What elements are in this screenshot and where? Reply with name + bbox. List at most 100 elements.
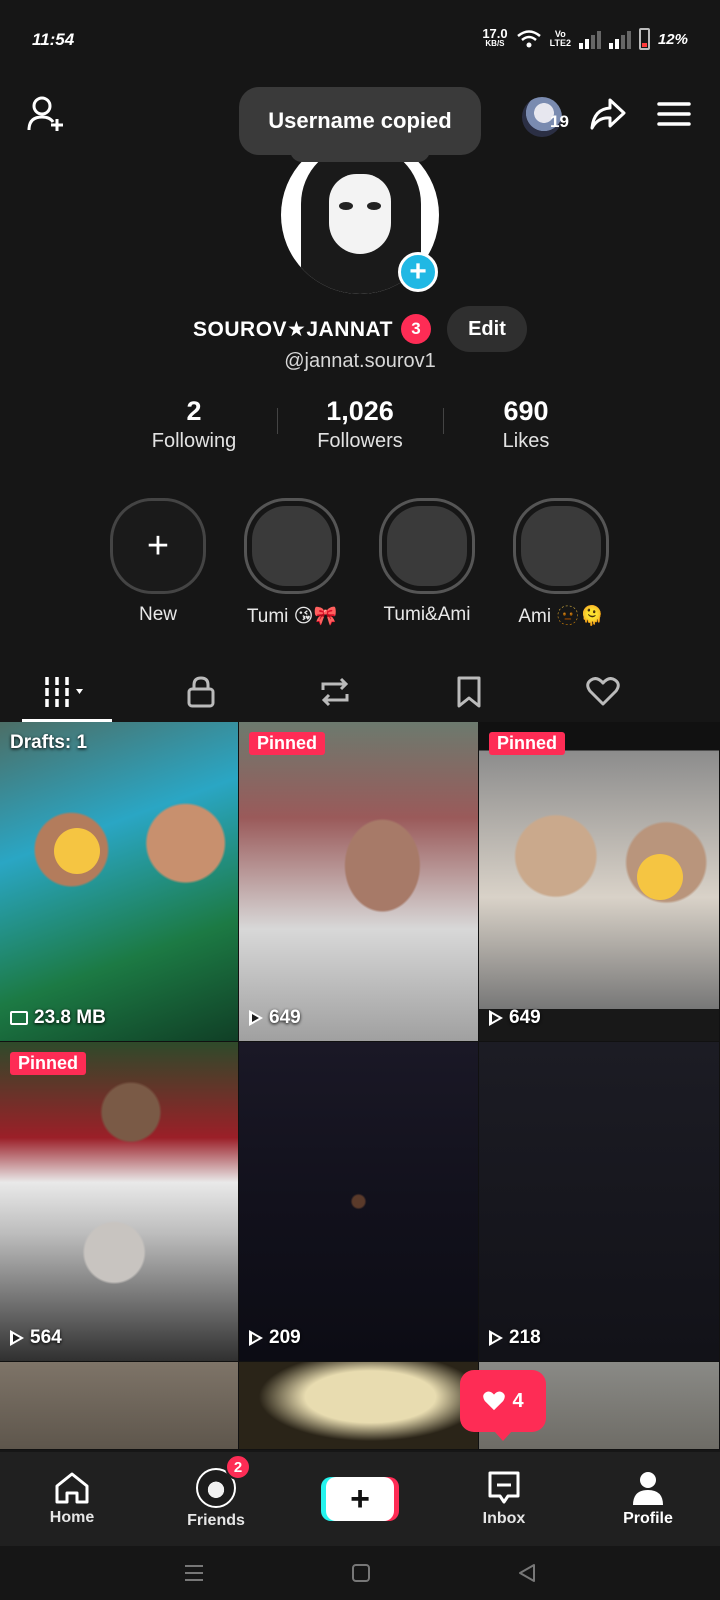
highlight-item[interactable]: Tumi&Ami — [379, 498, 475, 626]
system-nav — [0, 1546, 720, 1600]
video-meta: 218 — [489, 1327, 541, 1349]
username[interactable]: @jannat.sourov1 — [0, 350, 720, 373]
status-icons: 17.0 KB/S Vo LTE2 12% — [482, 26, 688, 50]
edit-profile-button[interactable]: Edit — [446, 306, 527, 352]
net-speed-value: 17.0 — [482, 26, 508, 41]
video-tile[interactable] — [239, 1362, 479, 1450]
status-bar: 11:54 17.0 KB/S Vo LTE2 12% — [0, 0, 720, 80]
highlight-cover — [513, 498, 609, 594]
highlight-label: Tumi 😘🎀 — [246, 606, 338, 627]
video-tile[interactable] — [0, 1362, 239, 1450]
pinned-badge: Pinned — [489, 732, 566, 755]
highlight-label: Ami 🫥🫠 — [518, 606, 604, 627]
stat-followers[interactable]: 1,026 Followers — [277, 394, 443, 454]
home-icon — [55, 1472, 89, 1504]
stat-value: 2 — [186, 396, 202, 426]
lock-icon — [187, 676, 215, 708]
highlight-cover — [244, 498, 340, 594]
highlight-label: New — [138, 604, 177, 625]
video-meta: 209 — [249, 1327, 301, 1349]
video-grid: Drafts: 1 23.8 MB Pinned 649 Pinned 649 … — [0, 722, 720, 1450]
bottom-nav: Home Friends + Inbox Profile — [0, 1452, 720, 1546]
video-tile[interactable]: Pinned 649 — [239, 722, 479, 1042]
signal-2-icon — [608, 29, 631, 49]
highlight-cover — [379, 498, 475, 594]
friends-badge: 2 — [225, 1454, 251, 1480]
highlight-item[interactable]: Ami 🫥🫠 — [513, 498, 609, 628]
video-tile[interactable]: 218 — [479, 1042, 720, 1362]
nav-label: Friends — [187, 1512, 245, 1529]
recent-apps-icon[interactable] — [182, 1562, 206, 1584]
pinned-badge: Pinned — [249, 732, 326, 755]
view-count: 564 — [30, 1327, 62, 1348]
play-icon — [10, 1330, 24, 1346]
stat-value: 1,026 — [326, 396, 394, 426]
video-tile[interactable]: Drafts: 1 23.8 MB — [0, 722, 239, 1042]
video-tile[interactable]: Pinned 564 — [0, 1042, 239, 1362]
add-story-plus-icon[interactable]: + — [398, 252, 438, 292]
play-icon — [489, 1010, 503, 1026]
volte-bottom: LTE2 — [549, 38, 571, 48]
stat-likes[interactable]: 690 Likes — [443, 394, 609, 454]
nav-create[interactable]: + — [288, 1452, 432, 1546]
video-meta: 564 — [10, 1327, 62, 1349]
heart-icon — [586, 677, 620, 706]
folder-icon — [10, 1011, 28, 1025]
tab-liked[interactable] — [536, 662, 670, 722]
battery-icon — [638, 28, 650, 50]
wifi-icon — [516, 30, 541, 48]
video-tile[interactable]: Pinned 649 — [479, 722, 720, 1042]
profile-tabs — [0, 662, 720, 722]
play-icon — [249, 1010, 263, 1026]
net-speed-unit: KB/S — [485, 39, 505, 48]
stat-divider — [443, 408, 444, 434]
profile-views-count: 19 — [550, 112, 569, 131]
share-icon[interactable] — [588, 94, 628, 134]
back-icon[interactable] — [516, 1562, 538, 1584]
add-friend-icon[interactable] — [24, 94, 68, 134]
like-notification[interactable]: 4 — [460, 1370, 546, 1441]
repost-icon — [321, 677, 349, 707]
play-icon — [489, 1330, 503, 1346]
stat-following[interactable]: 2 Following — [111, 394, 277, 454]
pinned-badge: Pinned — [10, 1052, 87, 1075]
nav-label: Home — [49, 1509, 95, 1526]
tab-favorites[interactable] — [402, 662, 536, 722]
username-copied-toast: Username copied — [239, 87, 481, 155]
highlight-item[interactable]: Tumi 😘🎀 — [244, 498, 340, 628]
name-row: SOUROV★JANNAT 3 Edit — [0, 306, 720, 352]
video-meta: 23.8 MB — [10, 1007, 106, 1029]
highlight-new[interactable]: + New — [110, 498, 206, 626]
videos-grid-icon — [45, 677, 83, 707]
stat-divider — [277, 408, 278, 434]
nav-label: Profile — [623, 1510, 673, 1527]
volte-indicator: Vo LTE2 — [550, 30, 571, 48]
emoji-sticker — [637, 854, 683, 900]
stat-value: 690 — [503, 396, 549, 426]
drafts-label: Drafts: 1 — [10, 732, 88, 753]
nav-inbox[interactable]: Inbox — [432, 1452, 576, 1546]
display-name[interactable]: SOUROV★JANNAT — [193, 317, 393, 342]
menu-icon[interactable] — [654, 96, 694, 132]
bookmark-icon — [457, 676, 481, 708]
plus-icon: + — [110, 498, 206, 594]
net-speed: 17.0 KB/S — [482, 26, 508, 49]
nav-home[interactable]: Home — [0, 1452, 144, 1546]
notification-badge: 3 — [400, 314, 431, 344]
highlight-label: Tumi&Ami — [383, 604, 471, 625]
nav-profile[interactable]: Profile — [576, 1452, 720, 1546]
nav-friends[interactable]: Friends — [144, 1452, 288, 1546]
draft-size: 23.8 MB — [34, 1007, 106, 1028]
inbox-icon — [488, 1471, 520, 1504]
video-meta: 649 — [249, 1007, 301, 1029]
home-button-icon[interactable] — [350, 1562, 372, 1584]
tab-videos[interactable] — [0, 662, 134, 722]
view-count: 218 — [509, 1327, 541, 1348]
status-time: 11:54 — [32, 30, 75, 49]
stat-label: Following — [151, 430, 237, 452]
video-tile[interactable]: 209 — [239, 1042, 479, 1362]
tab-private[interactable] — [134, 662, 268, 722]
play-icon — [249, 1330, 263, 1346]
like-count: 4 — [512, 1389, 524, 1412]
tab-reposts[interactable] — [268, 662, 402, 722]
